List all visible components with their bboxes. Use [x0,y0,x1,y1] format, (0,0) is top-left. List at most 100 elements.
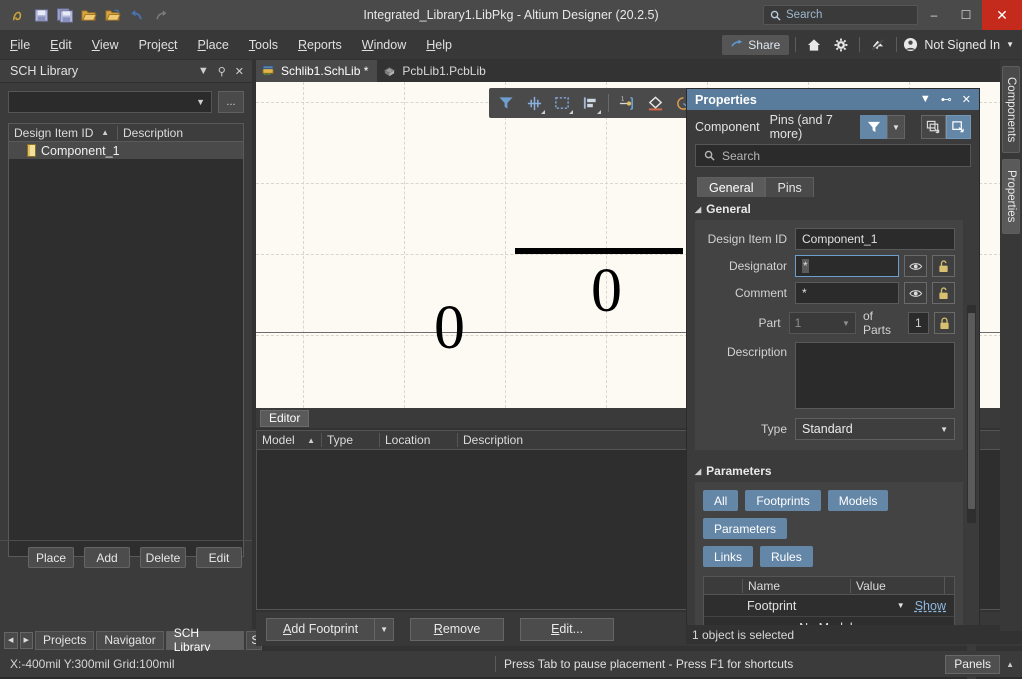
general-section-title: General [706,202,751,216]
chevron-down-icon[interactable]: ▼ [887,115,905,139]
part-lock-icon[interactable] [934,312,955,334]
library-browse-button[interactable]: ... [218,91,244,113]
pill-all[interactable]: All [703,490,738,511]
part-combo[interactable]: 1 ▼ [789,312,856,334]
menu-edit[interactable]: Edit [40,34,82,56]
list-item[interactable]: Component_1 [9,142,243,159]
type-combo[interactable]: Standard ▼ [795,418,955,440]
align-icon[interactable] [578,91,602,115]
pill-models[interactable]: Models [828,490,889,511]
maximize-button[interactable]: ☐ [950,0,982,30]
place-button[interactable]: Place [28,547,74,568]
close-icon[interactable]: ✕ [962,93,971,106]
pin-icon[interactable]: ⚲ [218,65,226,78]
menu-reports[interactable]: Reports [288,34,352,56]
gear-icon[interactable] [829,34,853,56]
select-all-icon[interactable] [921,115,946,139]
chevron-down-icon[interactable]: ▼ [198,65,209,78]
designator-unlock-icon[interactable] [932,255,955,277]
tab-pins[interactable]: Pins [765,177,813,197]
table-row[interactable]: Footprint ▼ Show [704,595,954,616]
tab-navigator[interactable]: Navigator [96,631,163,650]
menu-tools[interactable]: Tools [239,34,288,56]
show-link[interactable]: Show [915,599,946,613]
delete-button[interactable]: Delete [140,547,186,568]
select-single-icon[interactable] [946,115,971,139]
design-item-id-field[interactable]: Component_1 [795,228,955,250]
menu-help[interactable]: Help [416,34,462,56]
description-field[interactable] [795,342,955,409]
open-icon[interactable] [78,4,100,26]
general-section-header[interactable]: ◢ General [687,197,979,220]
chevron-down-icon[interactable]: ▼ [897,601,905,610]
minimize-button[interactable]: – [918,0,950,30]
edit-footprint-button[interactable]: Edit... [520,618,614,641]
menu-window[interactable]: Window [352,34,416,56]
filter-icon[interactable] [494,91,518,115]
global-search-input[interactable]: Search [763,5,918,25]
close-icon[interactable]: ✕ [235,65,244,78]
library-filter-combo[interactable]: ▼ [8,91,212,113]
unpin-icon[interactable]: ⊷ [941,93,952,106]
add-button[interactable]: Add [84,547,130,568]
menu-place[interactable]: Place [188,34,239,56]
properties-scrollbar-thumb[interactable] [968,313,975,509]
pill-links[interactable]: Links [703,546,753,567]
selection-rect-icon[interactable] [550,91,574,115]
chevron-down-icon[interactable]: ▼ [374,618,394,641]
column-header-model[interactable]: Model ▲ [257,433,321,447]
column-header-type[interactable]: Type [321,433,379,447]
search-icon [770,10,781,21]
parameters-section-header[interactable]: ◢ Parameters [687,459,979,482]
comment-visibility-icon[interactable] [904,282,927,304]
panels-button[interactable]: Panels [945,655,1000,674]
tab-schlib1-schlib[interactable]: Schlib1.SchLib * [256,60,377,82]
menu-file[interactable]: File [0,34,40,56]
menu-view[interactable]: View [82,34,129,56]
column-header-name[interactable]: Name [742,579,850,593]
comment-field[interactable]: * [795,282,899,304]
menu-project[interactable]: Project [129,34,188,56]
add-footprint-button[interactable]: Add Footprint [266,618,374,641]
share-button[interactable]: Share [722,35,789,55]
open-project-icon[interactable] [102,4,124,26]
column-header-value[interactable]: Value [850,579,944,593]
tab-projects[interactable]: Projects [35,631,94,650]
properties-search-input[interactable]: Search [695,144,971,167]
designator-field[interactable]: * [795,255,899,277]
close-button[interactable]: ✕ [982,0,1022,30]
place-pin-icon[interactable]: 1 [615,91,639,115]
chevron-up-icon[interactable]: ▲ [1006,660,1014,669]
crosshair-icon[interactable] [522,91,546,115]
column-header-location[interactable]: Location [379,433,457,447]
chevron-down-icon[interactable]: ▼ [920,93,931,106]
tab-editor[interactable]: Editor [260,410,309,427]
tab-pcblib1-pcblib[interactable]: PcbLib1.PcbLib [377,60,494,82]
column-header-design-item-id[interactable]: Design Item ID ▲ [9,126,117,140]
tab-sch-library[interactable]: SCH Library [166,631,245,650]
filter-icon[interactable] [860,115,887,139]
column-header-description[interactable]: Description [117,126,243,140]
remove-button[interactable]: Remove [410,618,504,641]
comment-unlock-icon[interactable] [932,282,955,304]
pill-footprints[interactable]: Footprints [745,490,820,511]
tab-general[interactable]: General [697,177,765,197]
place-polygon-icon[interactable] [643,91,667,115]
pill-parameters[interactable]: Parameters [703,518,787,539]
save-icon[interactable] [30,4,52,26]
home-icon[interactable] [802,34,826,56]
notifications-icon[interactable] [866,34,890,56]
properties-scrollbar[interactable] [967,305,976,523]
tabstrip-prev-button[interactable]: ◀ [4,632,18,649]
pill-rules[interactable]: Rules [760,546,813,567]
rail-tab-components[interactable]: Components [1002,66,1020,153]
edit-button[interactable]: Edit [196,547,242,568]
designator-visibility-icon[interactable] [904,255,927,277]
account-menu[interactable]: Not Signed In ▼ [903,37,1018,52]
rail-tab-properties[interactable]: Properties [1002,159,1020,233]
undo-icon[interactable] [126,4,148,26]
tabstrip-next-button[interactable]: ▶ [20,632,34,649]
altium-logo-icon[interactable] [6,4,28,26]
save-all-icon[interactable] [54,4,76,26]
column-header-end [944,577,954,594]
